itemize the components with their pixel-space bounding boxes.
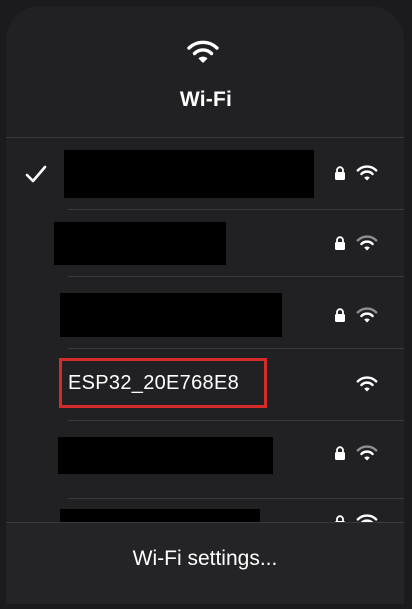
lock-icon xyxy=(335,166,345,180)
checkmark-icon xyxy=(25,165,47,183)
network-row-1[interactable] xyxy=(6,138,404,210)
wifi-signal-icon xyxy=(356,235,378,251)
footer: Wi-Fi settings... xyxy=(6,523,404,604)
wifi-icon xyxy=(187,40,219,63)
network-row-6[interactable] xyxy=(6,493,404,522)
redacted-ssid xyxy=(64,150,314,198)
redacted-ssid xyxy=(60,293,282,337)
highlight-box xyxy=(59,358,267,408)
wifi-signal-icon xyxy=(356,445,378,461)
wifi-signal-icon xyxy=(356,165,378,181)
wifi-settings-link[interactable]: Wi-Fi settings... xyxy=(6,547,404,571)
wifi-signal-icon xyxy=(356,307,378,323)
lock-icon xyxy=(335,446,345,460)
panel-title: Wi-Fi xyxy=(179,88,233,111)
wifi-signal-icon xyxy=(356,514,378,522)
network-row-2[interactable] xyxy=(6,205,404,277)
network-row-5[interactable] xyxy=(6,421,404,499)
network-row-3[interactable] xyxy=(6,277,404,349)
lock-icon xyxy=(335,515,345,522)
redacted-ssid xyxy=(58,437,273,474)
redacted-ssid xyxy=(60,509,260,522)
lock-icon xyxy=(335,308,345,322)
lock-icon xyxy=(335,236,345,250)
redacted-ssid xyxy=(54,222,226,265)
wifi-signal-icon xyxy=(356,376,378,392)
